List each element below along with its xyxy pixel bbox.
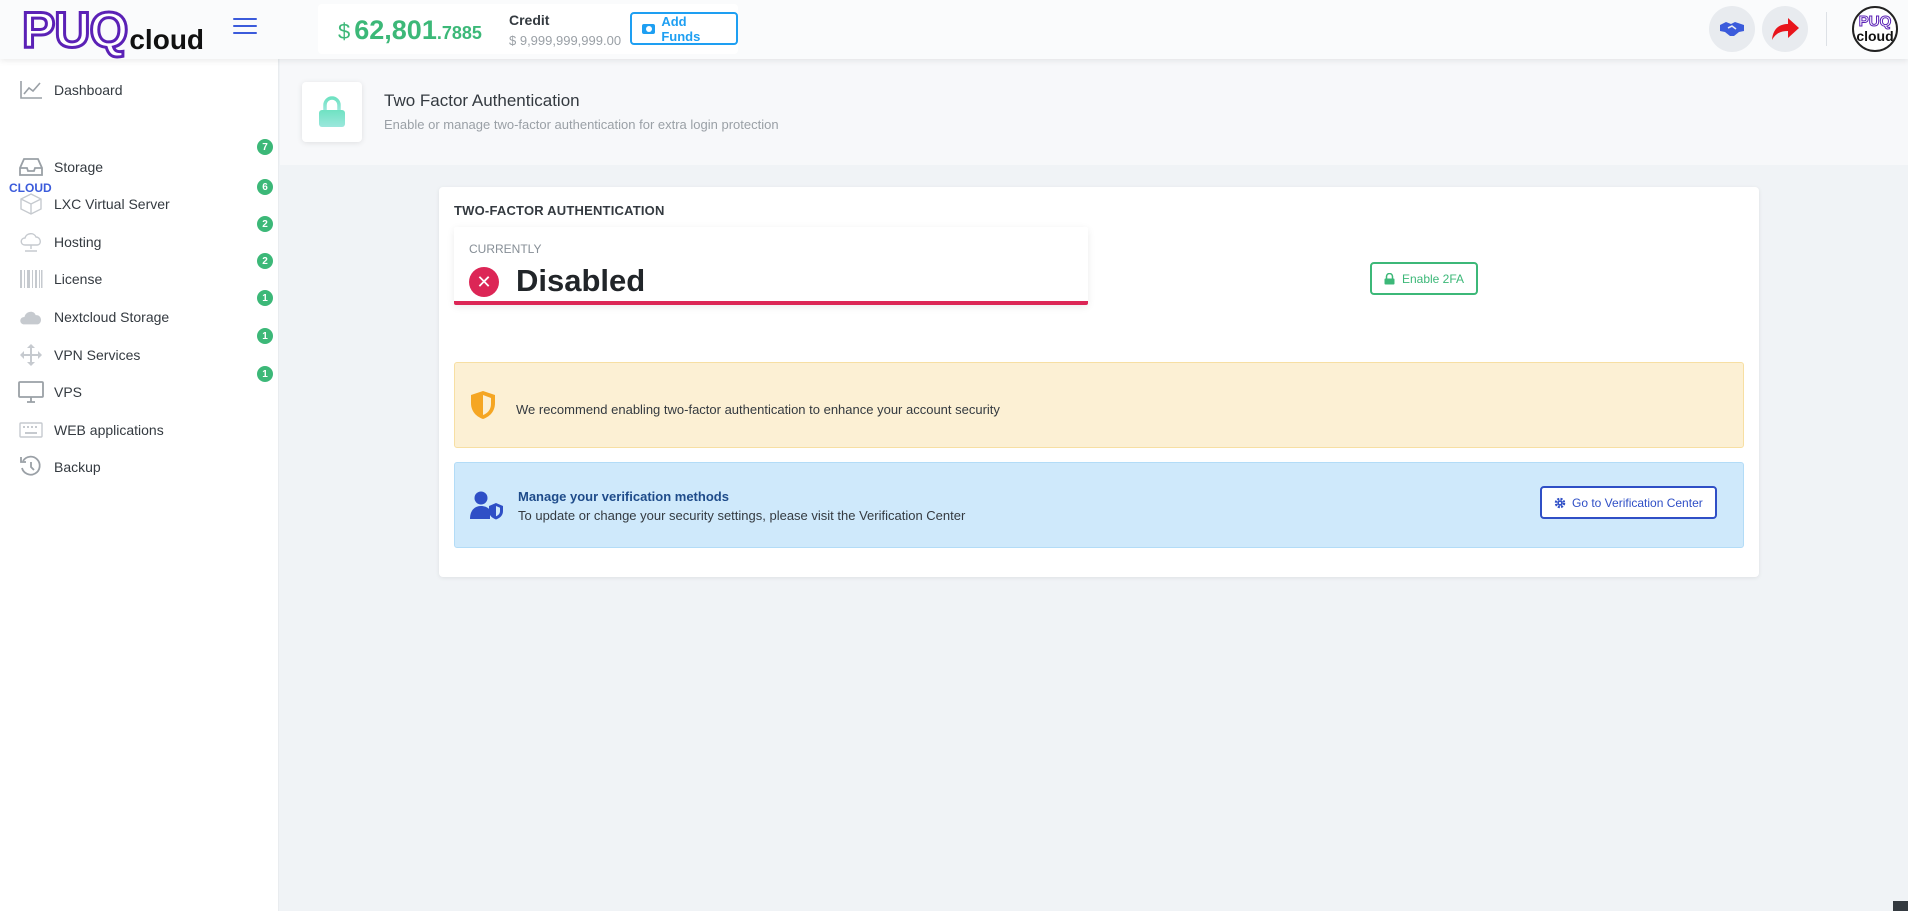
status-caption: CURRENTLY: [469, 242, 542, 256]
share-arrow-icon: [1772, 18, 1799, 40]
verification-button-label: Go to Verification Center: [1572, 495, 1703, 510]
sidebar-item-backup[interactable]: Backup: [0, 450, 279, 484]
history-icon: [18, 454, 44, 480]
logout-button[interactable]: [1762, 6, 1808, 52]
cloud-icon: [18, 304, 44, 330]
cash-icon: [642, 23, 656, 34]
page-icon-box: [302, 82, 362, 142]
top-header: PUQ cloud $62,801.7885 Credit $ 9,999,99…: [0, 0, 1908, 59]
info-title: Manage your verification methods: [518, 489, 729, 504]
page-subtitle: Enable or manage two-factor authenticati…: [384, 117, 779, 132]
count-badge: 2: [257, 216, 273, 232]
corner-mark: [1893, 901, 1908, 911]
sidebar-item-storage[interactable]: Storage 7: [0, 139, 279, 184]
enable-2fa-label: Enable 2FA: [1401, 271, 1465, 286]
sidebar-item-web-applications[interactable]: WEB applications: [0, 413, 279, 447]
credit-value: $ 9,999,999,999.00: [509, 33, 622, 48]
status-panel: CURRENTLY ✕ Disabled: [454, 227, 1088, 305]
sidebar-item-label: VPS: [54, 384, 83, 400]
user-shield-icon: [469, 490, 505, 525]
count-badge: 6: [257, 179, 273, 195]
sidebar-item-hosting[interactable]: Hosting 2: [0, 216, 279, 259]
menu-toggle-icon[interactable]: [233, 18, 257, 36]
logo-primary-text: PUQ: [20, 2, 129, 58]
add-funds-button[interactable]: Add Funds: [630, 12, 738, 45]
sidebar: Dashboard CLOUD Storage 7 LXC Virtual Se…: [0, 59, 279, 911]
sidebar-item-label: Dashboard: [54, 82, 123, 98]
card-title: TWO-FACTOR AUTHENTICATION: [454, 203, 665, 218]
monitor-icon: [18, 379, 44, 405]
balance-decimals: .7885: [436, 23, 482, 43]
status-value: Disabled: [516, 263, 646, 298]
chart-line-icon: [18, 77, 44, 103]
count-badge: 1: [257, 328, 273, 344]
sidebar-item-label: VPN Services: [54, 347, 141, 363]
sidebar-item-label: Storage: [54, 159, 104, 175]
sidebar-item-lxc-virtual-server[interactable]: LXC Virtual Server 6: [0, 179, 279, 221]
verification-info-alert: Manage your verification methods To upda…: [454, 462, 1744, 548]
handshake-icon: [1720, 22, 1744, 36]
count-badge: 7: [257, 139, 273, 155]
count-badge: 1: [257, 290, 273, 306]
go-to-verification-center-button[interactable]: Go to Verification Center: [1540, 486, 1717, 519]
user-avatar[interactable]: PUQ cloud: [1852, 6, 1898, 52]
page-title: Two Factor Authentication: [384, 91, 580, 110]
keyboard-icon: [18, 417, 44, 443]
header-divider: [1826, 12, 1827, 46]
enable-2fa-button[interactable]: Enable 2FA: [1370, 262, 1478, 295]
lock-icon: [1384, 272, 1395, 284]
shield-icon: [470, 390, 496, 425]
count-badge: 2: [257, 253, 273, 269]
warning-text: We recommend enabling two-factor authent…: [516, 402, 1000, 417]
sidebar-item-dashboard[interactable]: Dashboard: [0, 73, 279, 107]
add-funds-label: Add Funds: [661, 13, 701, 44]
sidebar-item-vps[interactable]: VPS 1: [0, 366, 279, 409]
page-header: Two Factor Authentication Enable or mana…: [280, 59, 1908, 165]
box-icon: [18, 191, 44, 217]
credit-label: Credit: [509, 12, 550, 28]
avatar-line1: PUQ: [1858, 13, 1892, 30]
balance-currency: $: [338, 19, 351, 44]
lock-icon: [319, 96, 345, 127]
sidebar-item-vpn-services[interactable]: VPN Services 1: [0, 328, 279, 372]
sidebar-item-license[interactable]: License 2: [0, 253, 279, 296]
balance-main: 62,801: [354, 15, 437, 45]
balance-panel: $62,801.7885 Credit $ 9,999,999,999.00 A…: [318, 4, 738, 54]
security-warning-alert: We recommend enabling two-factor authent…: [454, 362, 1744, 448]
close-circle-icon: ✕: [469, 267, 499, 297]
inbox-icon: [18, 154, 44, 180]
move-arrows-icon: [18, 342, 44, 368]
logo-secondary-text: cloud: [129, 24, 205, 55]
avatar-line2: cloud: [1856, 28, 1894, 44]
info-text: To update or change your security settin…: [518, 508, 966, 523]
sidebar-item-label: LXC Virtual Server: [54, 196, 170, 212]
sidebar-item-label: Nextcloud Storage: [54, 309, 170, 325]
sidebar-item-label: Backup: [54, 459, 101, 475]
partner-button[interactable]: [1709, 6, 1755, 52]
cloud-network-icon: [18, 229, 44, 255]
balance-amount: $62,801.7885: [338, 15, 482, 46]
sidebar-item-label: WEB applications: [54, 422, 164, 438]
barcode-icon: [18, 266, 44, 292]
sidebar-item-nextcloud-storage[interactable]: Nextcloud Storage 1: [0, 290, 279, 334]
gear-icon: [1554, 497, 1566, 508]
brand-logo[interactable]: PUQ cloud: [20, 2, 205, 58]
sidebar-item-label: Hosting: [54, 234, 102, 250]
two-factor-card: TWO-FACTOR AUTHENTICATION CURRENTLY ✕ Di…: [439, 187, 1759, 577]
sidebar-item-label: License: [54, 271, 103, 287]
count-badge: 1: [257, 366, 273, 382]
